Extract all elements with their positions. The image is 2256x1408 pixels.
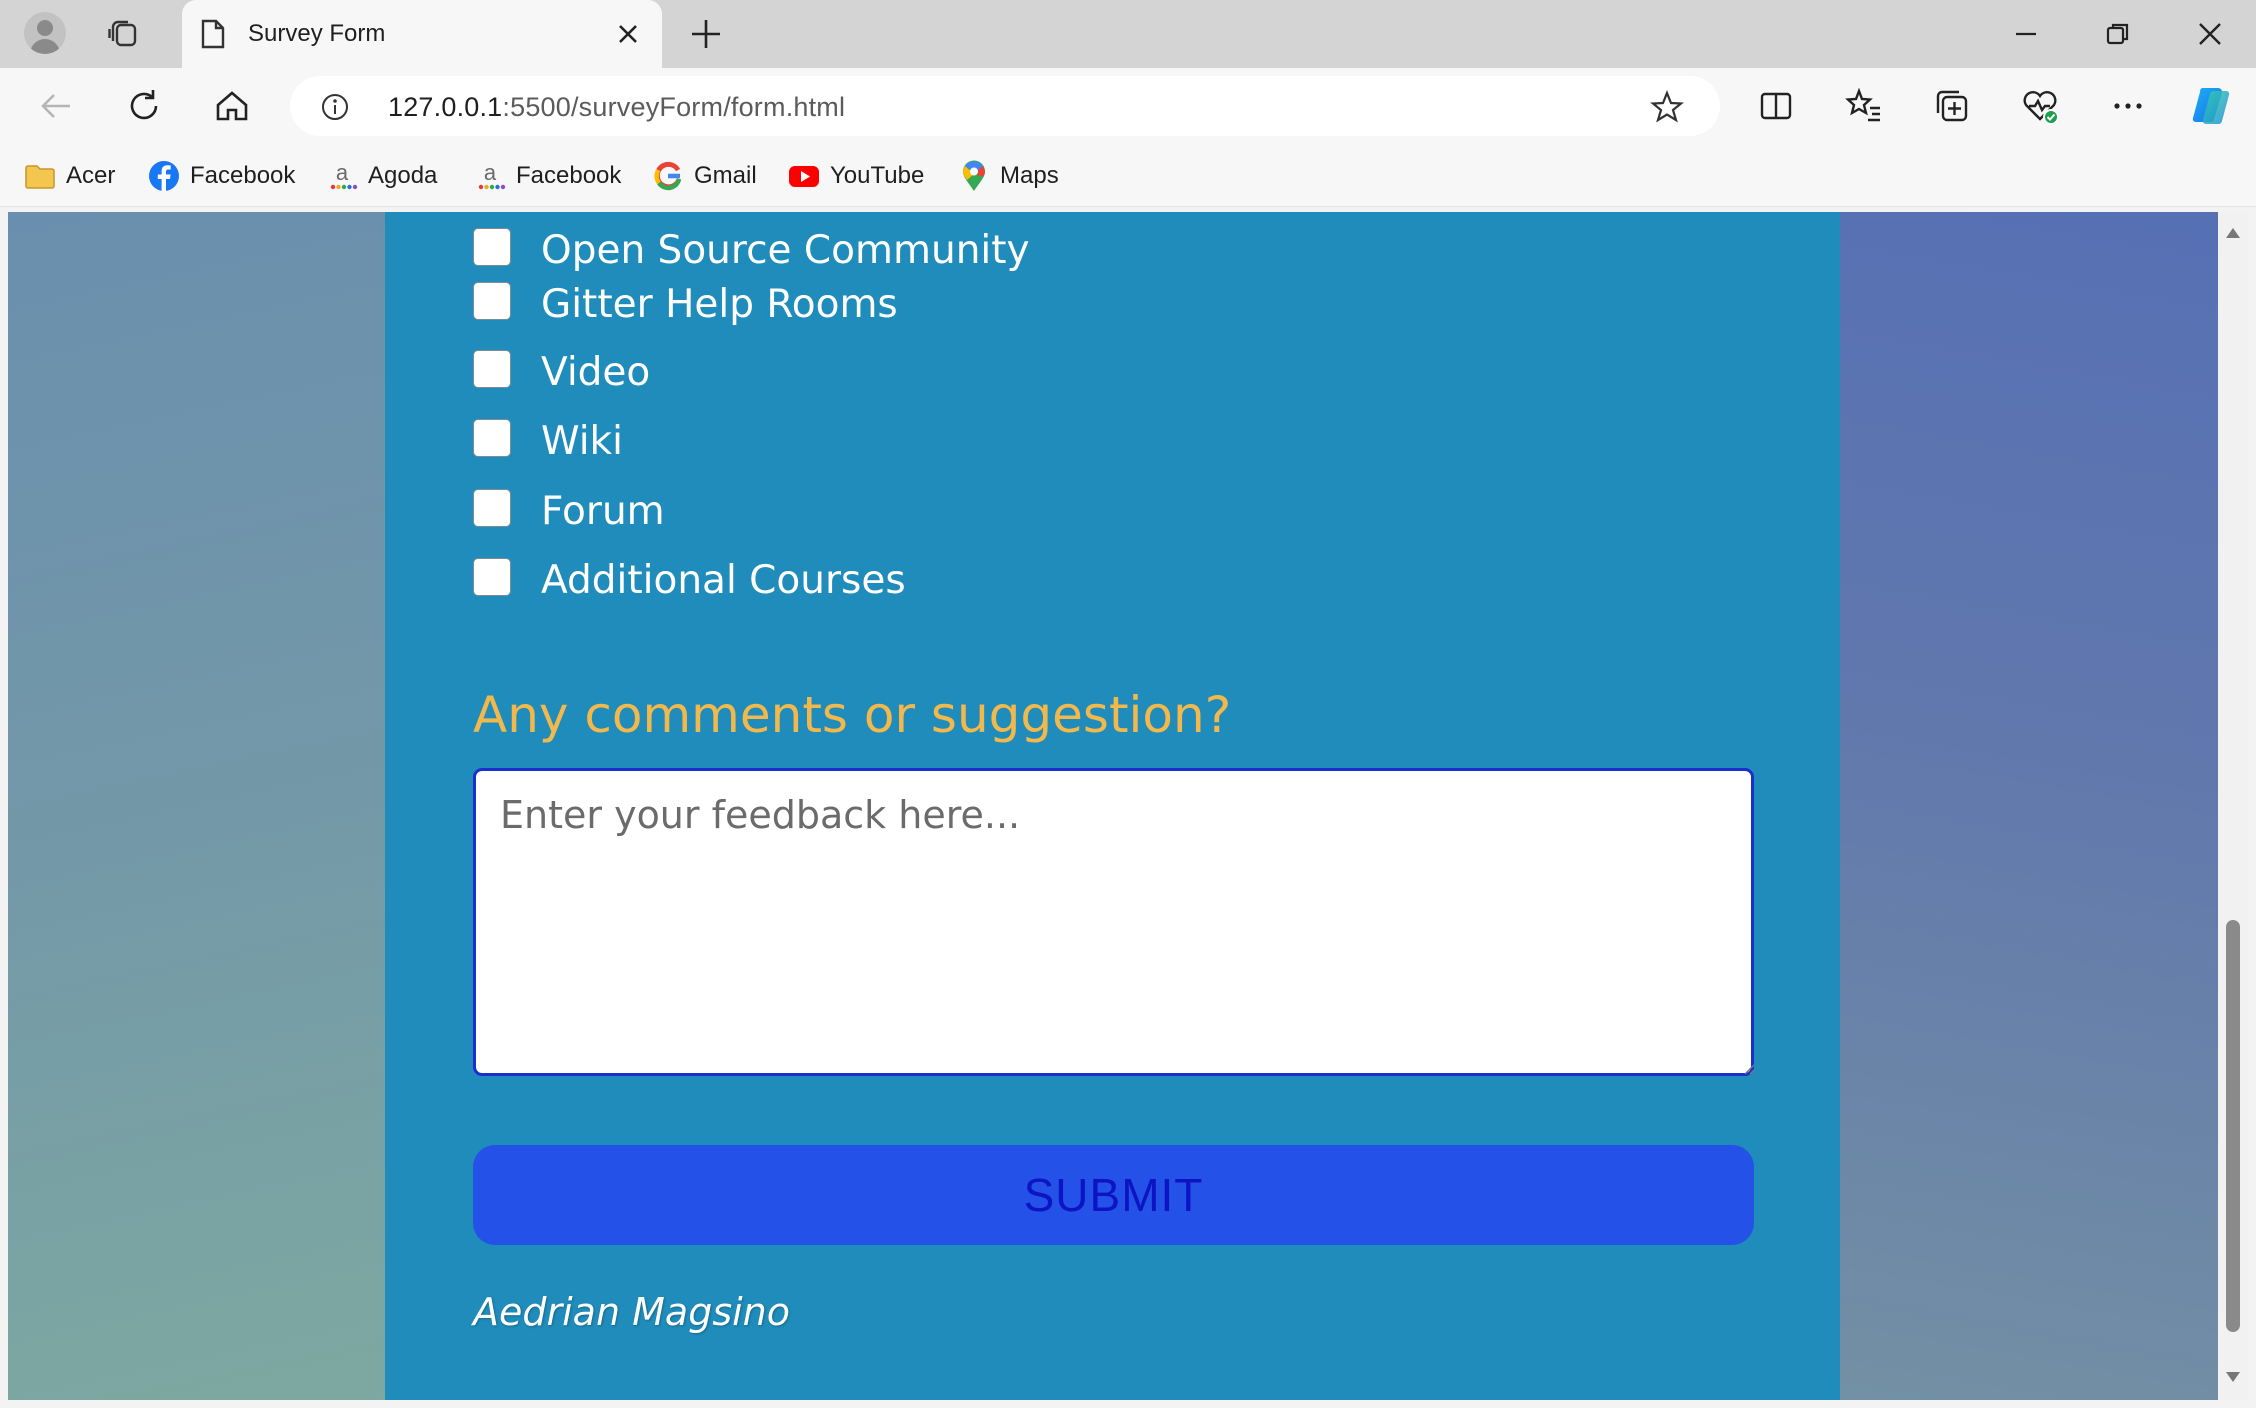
bookmark-youtube[interactable]: YouTube (788, 159, 924, 193)
option-label: Open Source Community (541, 228, 1030, 273)
bookmark-acer[interactable]: Acer (24, 159, 115, 193)
maps-icon (963, 160, 985, 191)
bookmark-agoda[interactable]: a Agoda (326, 159, 437, 193)
agoda-icon: a (478, 160, 506, 190)
scroll-down-arrow-icon[interactable] (2225, 1370, 2241, 1384)
bookmark-label: YouTube (830, 162, 925, 189)
home-icon[interactable] (212, 86, 252, 126)
option-label: Additional Courses (541, 558, 906, 603)
submit-button[interactable]: SUBMIT (473, 1145, 1754, 1245)
checkbox[interactable] (473, 489, 511, 527)
bookmark-label: Agoda (368, 162, 438, 189)
refresh-icon[interactable] (124, 86, 164, 126)
minimize-icon[interactable] (2006, 14, 2046, 54)
bookmark-facebook[interactable]: Facebook (148, 159, 295, 193)
scrollbar-thumb[interactable] (2226, 920, 2240, 1332)
tab-title: Survey Form (248, 20, 386, 47)
split-screen-icon[interactable] (1756, 86, 1796, 126)
tab-bar: Survey Form (0, 0, 2256, 68)
bookmarks-bar: Acer Facebook a Agoda a Facebook Gmail Y… (0, 145, 2256, 207)
resize-handle-icon[interactable] (1741, 1061, 1755, 1075)
copilot-icon[interactable] (2188, 82, 2236, 130)
url-text[interactable]: 127.0.0.1:5500/surveyForm/form.html (388, 92, 845, 123)
address-bar[interactable]: 127.0.0.1:5500/surveyForm/form.html (290, 76, 1720, 136)
facebook-icon (149, 161, 179, 191)
page-background-right (1840, 212, 2218, 1400)
page-icon (201, 19, 225, 49)
site-info-icon[interactable] (320, 92, 350, 122)
page-viewport: Open Source Community Gitter Help Rooms … (8, 212, 2218, 1400)
checkbox[interactable] (473, 419, 511, 457)
agoda-icon: a (330, 160, 358, 190)
bookmark-label: Facebook (190, 162, 296, 189)
bookmark-maps[interactable]: Maps (958, 159, 1059, 193)
option-label: Wiki (541, 419, 623, 464)
browser-toolbar: 127.0.0.1:5500/surveyForm/form.html (0, 68, 2256, 145)
back-icon[interactable] (36, 86, 76, 126)
bookmark-label: Facebook (516, 162, 622, 189)
close-tab-icon[interactable] (614, 20, 642, 48)
bookmark-label: Maps (1000, 162, 1059, 189)
feedback-textarea[interactable] (473, 768, 1754, 1076)
folder-icon (25, 165, 55, 189)
new-tab-icon[interactable] (688, 16, 724, 52)
svg-text:a: a (484, 160, 497, 185)
close-window-icon[interactable] (2190, 14, 2230, 54)
option-label: Forum (541, 489, 665, 534)
scroll-up-arrow-icon[interactable] (2225, 226, 2241, 240)
workspaces-icon[interactable] (106, 16, 142, 52)
checkbox[interactable] (473, 228, 511, 266)
survey-form-panel: Open Source Community Gitter Help Rooms … (385, 212, 1840, 1400)
svg-text:a: a (336, 160, 349, 185)
checkbox[interactable] (473, 558, 511, 596)
author-credit: Aedrian Magsino (473, 1290, 791, 1334)
checkbox[interactable] (473, 282, 511, 320)
youtube-icon (789, 166, 819, 187)
browser-essentials-icon[interactable] (2020, 86, 2060, 126)
bookmark-facebook-agoda[interactable]: a Facebook (474, 159, 621, 193)
bookmark-label: Acer (66, 162, 116, 189)
google-icon (654, 161, 682, 191)
more-options-icon[interactable] (2108, 86, 2148, 126)
restore-icon[interactable] (2098, 14, 2138, 54)
vertical-scrollbar[interactable] (2218, 212, 2248, 1400)
bookmark-label: Gmail (694, 162, 757, 189)
option-label: Gitter Help Rooms (541, 282, 898, 327)
collections-icon[interactable] (1932, 86, 1972, 126)
favorite-star-icon[interactable] (1650, 90, 1684, 124)
profile-avatar-icon[interactable] (24, 12, 66, 54)
tab-survey-form[interactable]: Survey Form (182, 0, 662, 68)
bookmark-gmail[interactable]: Gmail (652, 159, 757, 193)
checkbox[interactable] (473, 350, 511, 388)
option-label: Video (541, 350, 651, 395)
comments-heading: Any comments or suggestion? (473, 686, 1232, 744)
favorites-icon[interactable] (1844, 86, 1884, 126)
